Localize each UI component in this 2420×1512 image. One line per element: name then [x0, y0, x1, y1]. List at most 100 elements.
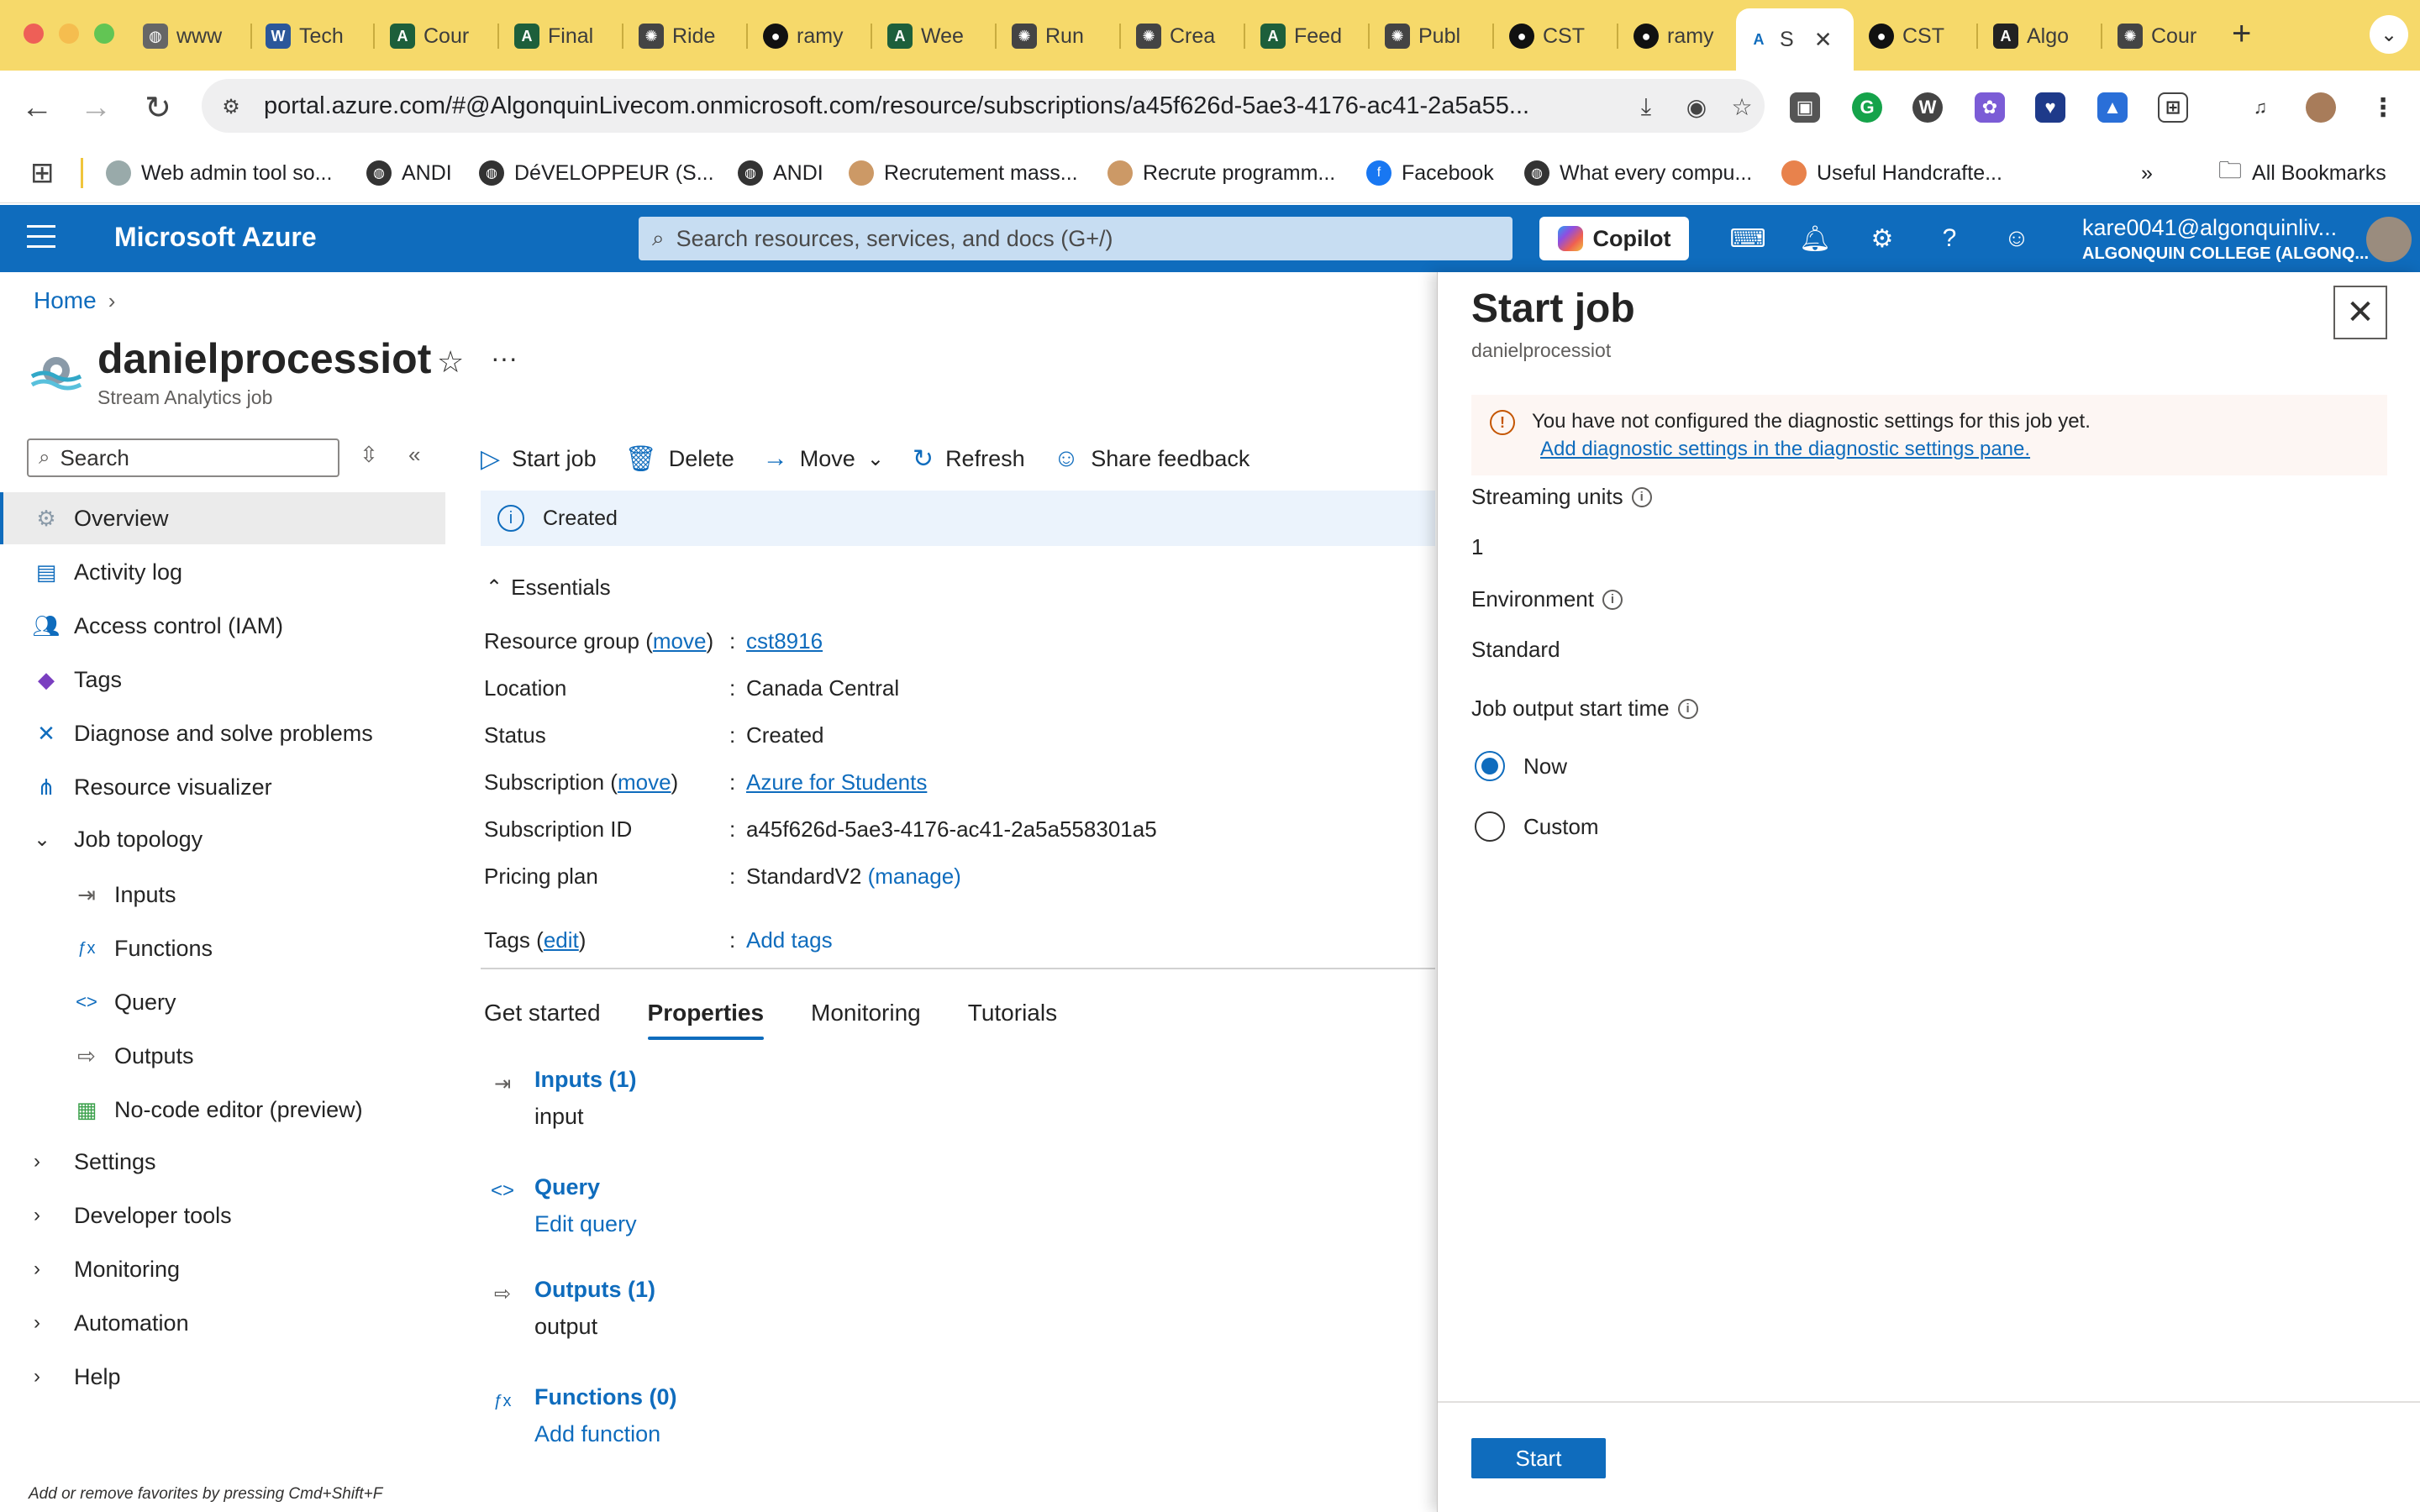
- browser-tab[interactable]: ✺ Cour: [2107, 15, 2215, 57]
- heart-extension-icon[interactable]: ♥: [2035, 92, 2065, 123]
- bookmark-item[interactable]: ◍ What every compu...: [1524, 158, 1752, 188]
- manage-pricing-link[interactable]: (manage): [868, 864, 961, 889]
- apps-grid-icon[interactable]: ⊞: [30, 157, 55, 189]
- radio-now[interactable]: Now: [1475, 751, 1567, 781]
- nav-item-inputs[interactable]: ⇥ Inputs: [0, 869, 445, 921]
- collapse-menu-icon[interactable]: «: [408, 442, 420, 468]
- browser-tab[interactable]: A Final: [504, 15, 612, 57]
- install-app-icon[interactable]: ⤓: [1630, 91, 1662, 123]
- nav-search[interactable]: ⌕: [27, 438, 339, 477]
- profile-icon[interactable]: [2306, 92, 2336, 123]
- start-job-button[interactable]: ▷ Start job: [481, 444, 597, 474]
- menu-kebab-icon[interactable]: ⋮: [2368, 92, 2398, 123]
- info-icon[interactable]: i: [1677, 698, 1698, 719]
- gear-extension-icon[interactable]: ✿: [1975, 92, 2005, 123]
- delete-button[interactable]: 🗑︎ Delete: [625, 444, 734, 474]
- browser-tab[interactable]: ◍ www: [133, 15, 240, 57]
- portal-title[interactable]: Microsoft Azure: [114, 222, 317, 253]
- browser-tab[interactable]: A Cour: [380, 15, 487, 57]
- media-control-icon[interactable]: ♫: [2245, 92, 2275, 123]
- bookmark-star-icon[interactable]: ☆: [1726, 91, 1758, 123]
- bookmark-item[interactable]: Recrutement mass...: [849, 158, 1078, 188]
- avatar[interactable]: [2366, 217, 2412, 262]
- nav-item-no-code-editor[interactable]: ▦ No-code editor (preview): [0, 1084, 445, 1136]
- reload-icon[interactable]: ↻: [136, 86, 180, 129]
- account-info[interactable]: kare0041@algonquinliv... ALGONQUIN COLLE…: [2082, 215, 2369, 264]
- wordpress-icon[interactable]: W: [1912, 92, 1943, 123]
- puzzle-icon[interactable]: ⊞: [2158, 92, 2188, 123]
- refresh-button[interactable]: ↻ Refresh: [913, 444, 1025, 474]
- expand-collapse-icon[interactable]: ⇳: [360, 442, 378, 468]
- essentials-toggle[interactable]: ⌃ Essentials: [486, 575, 611, 601]
- nav-group-settings[interactable]: › Settings: [0, 1136, 445, 1188]
- hamburger-menu-icon[interactable]: [27, 225, 55, 250]
- info-icon[interactable]: i: [1631, 486, 1652, 507]
- tab-search-chevron-icon[interactable]: ⌄: [2370, 15, 2408, 54]
- nav-group-developer-tools[interactable]: › Developer tools: [0, 1189, 445, 1242]
- share-feedback-button[interactable]: ☺ Share feedback: [1054, 444, 1250, 473]
- bookmark-item[interactable]: f Facebook: [1366, 158, 1494, 188]
- global-search-input[interactable]: [676, 225, 1483, 252]
- minimize-window-button[interactable]: [59, 24, 79, 44]
- nav-group-automation[interactable]: › Automation: [0, 1297, 445, 1349]
- browser-tab[interactable]: ✺ Publ: [1375, 15, 1482, 57]
- bookmark-item[interactable]: Recrute programm...: [1107, 158, 1335, 188]
- help-icon[interactable]: ?: [1933, 222, 1966, 255]
- global-search[interactable]: ⌕: [639, 217, 1512, 260]
- browser-tab[interactable]: ✺ Crea: [1126, 15, 1234, 57]
- close-panel-button[interactable]: ✕: [2333, 286, 2387, 339]
- bookmark-item[interactable]: Useful Handcrafte...: [1781, 158, 2002, 188]
- diagnostic-settings-link[interactable]: Add diagnostic settings in the diagnosti…: [1540, 438, 2030, 461]
- bookmark-item[interactable]: ◍ ANDI: [738, 158, 823, 188]
- edit-query-link[interactable]: Edit query: [534, 1211, 637, 1237]
- nav-item-activity-log[interactable]: ▤ Activity log: [0, 546, 445, 598]
- eye-slash-icon[interactable]: ◉: [1681, 91, 1712, 123]
- nav-group-monitoring[interactable]: › Monitoring: [0, 1243, 445, 1295]
- functions-link[interactable]: Functions (0): [534, 1384, 677, 1410]
- nav-group-job-topology[interactable]: ⌄ Job topology: [0, 813, 445, 865]
- all-bookmarks-button[interactable]: 🗀 All Bookmarks: [2218, 157, 2386, 188]
- forward-arrow-icon[interactable]: →: [74, 86, 118, 129]
- browser-tab[interactable]: A Feed: [1250, 15, 1358, 57]
- grammarly-icon[interactable]: G: [1852, 92, 1882, 123]
- nav-item-iam[interactable]: 👥︎ Access control (IAM): [0, 600, 445, 652]
- nav-item-functions[interactable]: ƒx Functions: [0, 922, 445, 974]
- back-arrow-icon[interactable]: ←: [15, 86, 59, 129]
- nav-item-diagnose[interactable]: ✕ Diagnose and solve problems: [0, 707, 445, 759]
- nav-item-outputs[interactable]: ⇨ Outputs: [0, 1030, 445, 1082]
- query-link[interactable]: Query: [534, 1174, 600, 1200]
- gear-icon[interactable]: ⚙: [1865, 222, 1899, 255]
- favorite-star-icon[interactable]: ☆: [437, 344, 464, 380]
- tab-tutorials[interactable]: Tutorials: [968, 1000, 1057, 1040]
- site-info-icon[interactable]: ⚙: [215, 91, 247, 123]
- triangle-extension-icon[interactable]: ▲: [2097, 92, 2128, 123]
- resource-group-link[interactable]: cst8916: [746, 628, 823, 654]
- radio-button-selected[interactable]: [1475, 751, 1505, 781]
- tab-get-started[interactable]: Get started: [484, 1000, 601, 1040]
- close-tab-icon[interactable]: ✕: [1814, 27, 1833, 53]
- subscription-link[interactable]: Azure for Students: [746, 769, 927, 795]
- move-resource-group-link[interactable]: move: [653, 628, 707, 654]
- bookmark-item[interactable]: ◍ DéVELOPPEUR (S...: [479, 158, 714, 188]
- bookmark-item[interactable]: Web admin tool so...: [106, 158, 332, 188]
- move-subscription-link[interactable]: move: [618, 769, 671, 795]
- browser-tab[interactable]: W Tech: [255, 15, 363, 57]
- address-bar[interactable]: ⚙ portal.azure.com/#@AlgonquinLivecom.on…: [202, 79, 1765, 133]
- outputs-link[interactable]: Outputs (1): [534, 1277, 655, 1303]
- cloud-shell-icon[interactable]: ⌨: [1729, 222, 1765, 255]
- more-options-icon[interactable]: ···: [491, 343, 518, 374]
- more-bookmarks-button[interactable]: »: [2141, 158, 2153, 188]
- browser-tab[interactable]: ● CST: [1499, 15, 1607, 57]
- new-tab-button[interactable]: +: [2232, 15, 2251, 53]
- info-icon[interactable]: i: [1602, 589, 1623, 610]
- add-function-link[interactable]: Add function: [534, 1421, 660, 1447]
- edit-tags-link[interactable]: edit: [544, 927, 579, 953]
- browser-tab-active[interactable]: A S ✕: [1736, 8, 1854, 71]
- copilot-button[interactable]: Copilot: [1539, 217, 1689, 260]
- browser-tab[interactable]: ✺ Ride: [629, 15, 736, 57]
- nav-item-resource-visualizer[interactable]: ⋔ Resource visualizer: [0, 761, 445, 813]
- maximize-window-button[interactable]: [94, 24, 114, 44]
- browser-tab[interactable]: ✺ Run: [1002, 15, 1109, 57]
- tab-monitoring[interactable]: Monitoring: [811, 1000, 921, 1040]
- bookmark-item[interactable]: ◍ ANDI: [366, 158, 452, 188]
